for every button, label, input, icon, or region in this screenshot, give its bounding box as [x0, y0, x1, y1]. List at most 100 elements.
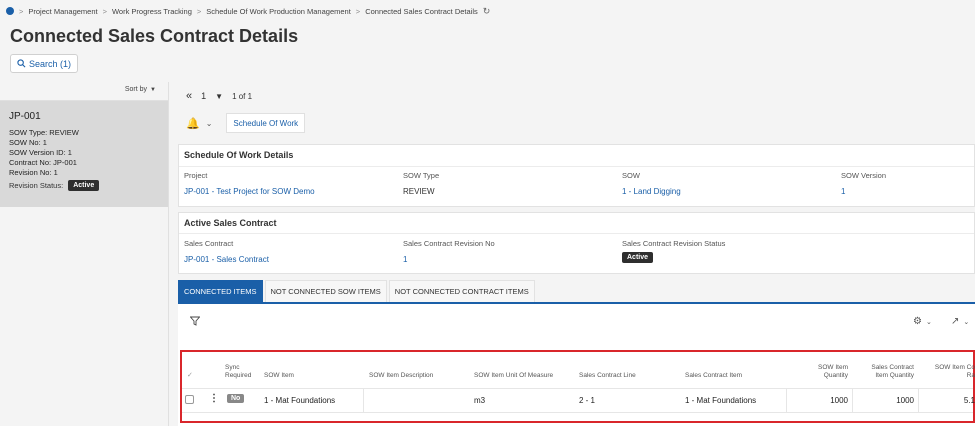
sales-contract-label: Sales Contract — [184, 239, 234, 248]
list-item-sow-no: SOW No: 1 — [9, 138, 47, 147]
divider — [918, 389, 919, 412]
cell-unit-of-measure: m3 — [474, 396, 486, 405]
toolbar: 🔔 ⌄ Schedule Of Work — [186, 113, 306, 133]
cell-contract-item-quantity: 1000 — [896, 396, 914, 405]
header-line: Quantity — [823, 372, 848, 379]
refresh-icon[interactable]: ↻ — [483, 6, 491, 17]
divider — [786, 389, 787, 412]
bell-icon[interactable]: 🔔 — [186, 117, 200, 130]
breadcrumb-item[interactable]: Schedule Of Work Production Management — [206, 7, 351, 16]
connected-items-grid: ⚙ ⌄ ↗ ⌄ ✓ Sync Required SOW Item SOW Ite… — [178, 302, 975, 426]
divider — [182, 388, 973, 389]
chevron-down-icon: ⌄ — [925, 318, 932, 326]
sow-type-value: REVIEW — [403, 187, 435, 196]
contract-revision-link[interactable]: 1 — [403, 255, 407, 264]
column-header-sow-item-quantity[interactable]: SOW Item Quantity — [802, 364, 848, 380]
sow-version-label: SOW Version — [841, 171, 887, 180]
column-header-sync-required[interactable]: Sync Required — [225, 364, 251, 380]
search-button[interactable]: Search (1) — [10, 54, 79, 73]
contract-status-label: Sales Contract Revision Status — [622, 239, 726, 248]
data-table: ✓ Sync Required SOW Item SOW Item Descri… — [180, 350, 975, 423]
search-icon — [17, 59, 26, 68]
status-badge: Active — [622, 252, 654, 263]
sales-contract-link[interactable]: JP-001 - Sales Contract — [184, 255, 269, 264]
header-line: Sync — [225, 364, 240, 371]
select-all-checkmark-icon[interactable]: ✓ — [187, 371, 193, 379]
tab-not-connected-sow-items[interactable]: NOT CONNECTED SOW ITEMS — [264, 280, 387, 302]
first-page-icon[interactable]: « — [186, 90, 192, 102]
row-checkbox[interactable] — [185, 395, 194, 404]
column-header-sales-contract-line[interactable]: Sales Contract Line — [579, 372, 636, 380]
sow-label: SOW — [622, 171, 640, 180]
caret-down-icon: ▼ — [150, 86, 156, 93]
tab-not-connected-contract-items[interactable]: NOT CONNECTED CONTRACT ITEMS — [388, 280, 535, 302]
divider — [179, 233, 974, 234]
tab-bar: CONNECTED ITEMS NOT CONNECTED SOW ITEMS … — [178, 280, 537, 302]
chevron-right-icon: > — [19, 6, 24, 16]
divider — [182, 412, 973, 413]
list-item-title: JP-001 — [9, 111, 41, 122]
sow-link[interactable]: 1 - Land Digging — [622, 187, 681, 196]
divider — [363, 389, 364, 412]
grid-settings-button[interactable]: ⚙ ⌄ — [913, 316, 932, 327]
column-header-unit-of-measure[interactable]: SOW Item Unit Of Measure — [474, 372, 553, 380]
more-vertical-icon[interactable]: ⋮ — [209, 393, 219, 404]
divider — [852, 389, 853, 412]
card-heading: Schedule Of Work Details — [184, 150, 294, 160]
breadcrumb: > Project Management > Work Progress Tra… — [6, 4, 490, 18]
export-icon: ↗ — [951, 316, 960, 327]
breadcrumb-item-current: Connected Sales Contract Details — [365, 6, 478, 16]
revision-status-label: Revision Status: — [9, 181, 64, 190]
column-header-sow-item[interactable]: SOW Item — [264, 372, 294, 380]
header-line: Sales Contract — [871, 364, 914, 371]
list-item-contract-no: Contract No: JP-001 — [9, 158, 77, 167]
column-header-sow-item-description[interactable]: SOW Item Description — [369, 372, 433, 380]
project-label: Project — [184, 171, 208, 180]
gear-icon: ⚙ — [913, 316, 922, 327]
filter-icon[interactable] — [189, 316, 201, 328]
sow-details-card: Schedule Of Work Details Project JP-001 … — [178, 144, 975, 207]
chevron-right-icon: > — [196, 6, 202, 16]
column-header-sow-item-rate[interactable]: SOW Item Co Ra — [932, 364, 975, 380]
current-page: 1 — [201, 91, 207, 101]
export-button[interactable]: ↗ ⌄ — [951, 316, 969, 327]
list-item-sow-version: SOW Version ID: 1 — [9, 148, 72, 157]
chevron-down-icon: ⌄ — [963, 318, 970, 326]
pager: « 1 ▼ 1 of 1 — [186, 90, 252, 102]
cell-sow-item-rate: 5.1 — [963, 396, 975, 405]
cell-sow-item: 1 - Mat Foundations — [264, 396, 336, 405]
cell-sales-contract-line: 2 - 1 — [579, 396, 596, 405]
cell-sow-item-quantity: 1000 — [830, 396, 848, 405]
status-badge: Active — [68, 180, 100, 191]
card-heading: Active Sales Contract — [184, 218, 277, 228]
page-dropdown-icon[interactable]: ▼ — [215, 92, 223, 101]
header-line: SOW Item Co — [934, 364, 975, 371]
chevron-right-icon: > — [102, 6, 107, 16]
divider — [168, 82, 169, 426]
active-contract-card: Active Sales Contract Sales Contract JP-… — [178, 212, 975, 274]
column-header-contract-item-quantity[interactable]: Sales Contract Item Quantity — [864, 364, 914, 380]
header-line: Item Quantity — [875, 372, 914, 379]
header-line: Ra — [966, 372, 975, 379]
header-line: SOW Item — [818, 364, 848, 371]
chevron-down-icon[interactable]: ⌄ — [206, 119, 213, 128]
contract-revision-label: Sales Contract Revision No — [403, 239, 495, 248]
sow-version-link[interactable]: 1 — [841, 187, 845, 196]
breadcrumb-item[interactable]: Work Progress Tracking — [112, 7, 192, 16]
home-icon[interactable] — [6, 7, 14, 15]
breadcrumb-item[interactable]: Project Management — [28, 7, 97, 16]
column-header-sales-contract-item[interactable]: Sales Contract Item — [685, 372, 742, 380]
sync-required-badge: No — [227, 394, 245, 403]
chevron-right-icon: > — [355, 6, 361, 16]
list-item-status-row: Revision Status: Active — [9, 180, 159, 191]
tab-connected-items[interactable]: CONNECTED ITEMS — [178, 280, 263, 302]
list-item[interactable]: JP-001 SOW Type: REVIEW SOW No: 1 SOW Ve… — [0, 101, 168, 207]
project-link[interactable]: JP-001 - Test Project for SOW Demo — [184, 187, 315, 196]
sort-by-label: Sort by — [124, 86, 148, 93]
cell-sales-contract-item-link[interactable]: 1 - Mat Foundations — [685, 396, 756, 405]
list-item-revision-no: Revision No: 1 — [9, 168, 58, 177]
list-item-sow-type: SOW Type: REVIEW — [9, 128, 79, 137]
sort-by-dropdown[interactable]: Sort by ▼ — [125, 86, 156, 93]
schedule-of-work-button[interactable]: Schedule Of Work — [226, 113, 306, 133]
divider — [179, 166, 974, 167]
